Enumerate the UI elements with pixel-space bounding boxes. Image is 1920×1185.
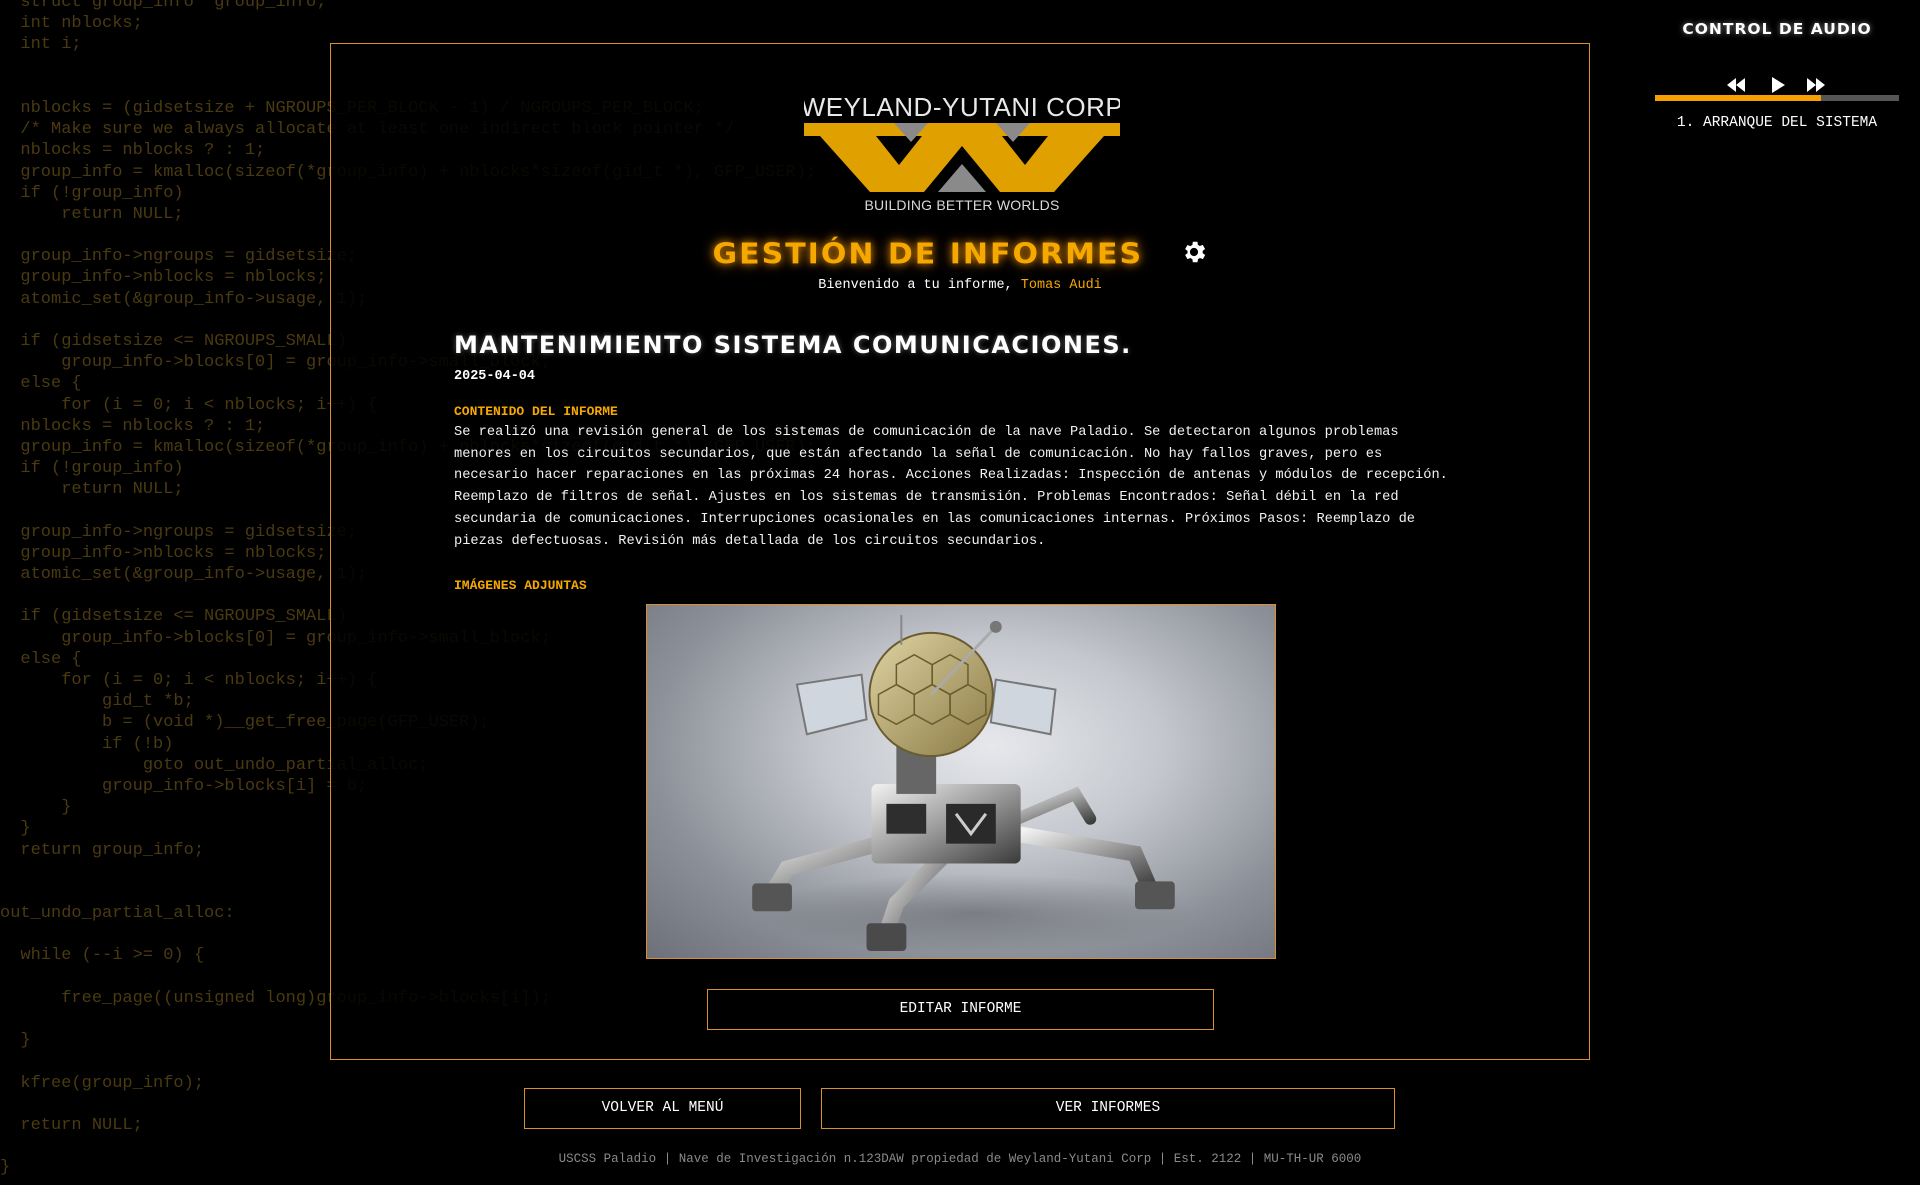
audio-control: CONTROL DE AUDIO 1. ARRANQUE DEL SISTEMA <box>1655 20 1899 140</box>
svg-text:BUILDING BETTER WORLDS: BUILDING BETTER WORLDS <box>865 197 1060 213</box>
fast-forward-icon[interactable] <box>1805 76 1827 94</box>
weyland-yutani-logo: WEYLAND-YUTANI CORP BUILDING BETTER WORL… <box>804 92 1120 213</box>
edit-report-button[interactable]: EDITAR INFORME <box>707 989 1214 1030</box>
page-title: GESTIÓN DE INFORMES <box>331 237 1589 272</box>
user-name: Tomas Audi <box>1020 278 1102 293</box>
images-label: IMÁGENES ADJUNTAS <box>454 578 587 593</box>
audio-progress-fill <box>1655 95 1821 101</box>
play-icon[interactable] <box>1769 76 1787 94</box>
antenna-robot-illustration <box>752 614 1195 954</box>
view-reports-button[interactable]: VER INFORMES <box>821 1088 1395 1129</box>
svg-text:WEYLAND-YUTANI CORP: WEYLAND-YUTANI CORP <box>804 92 1120 122</box>
code-line: int nblocks; <box>0 14 143 34</box>
report-date: 2025-04-04 <box>454 369 536 384</box>
report-content: Se realizó una revisión general de los s… <box>454 425 1448 549</box>
back-to-menu-button[interactable]: VOLVER AL MENÚ <box>524 1088 801 1129</box>
content-label: CONTENIDO DEL INFORME <box>454 404 618 419</box>
audio-progress-bar[interactable] <box>1655 95 1899 101</box>
welcome-message: Bienvenido a tu informe, Tomas Audi <box>331 278 1589 293</box>
footer: USCSS Paladio | Nave de Investigación n.… <box>558 1152 1362 1166</box>
page-title-text: GESTIÓN DE INFORMES <box>712 237 1144 272</box>
code-line: struct group_info *group_info; <box>0 0 327 12</box>
gear-icon[interactable] <box>1180 238 1208 266</box>
report-title: MANTENIMIENTO SISTEMA COMUNICACIONES. <box>454 331 1132 359</box>
track-name: 1. ARRANQUE DEL SISTEMA <box>1676 115 1878 131</box>
welcome-prefix: Bienvenido a tu informe, <box>818 278 1013 293</box>
report-panel: WEYLAND-YUTANI CORP BUILDING BETTER WORL… <box>330 43 1590 1060</box>
attached-image-antenna[interactable] <box>646 604 1276 959</box>
rewind-icon[interactable] <box>1725 76 1747 94</box>
audio-control-title: CONTROL DE AUDIO <box>1682 20 1872 38</box>
